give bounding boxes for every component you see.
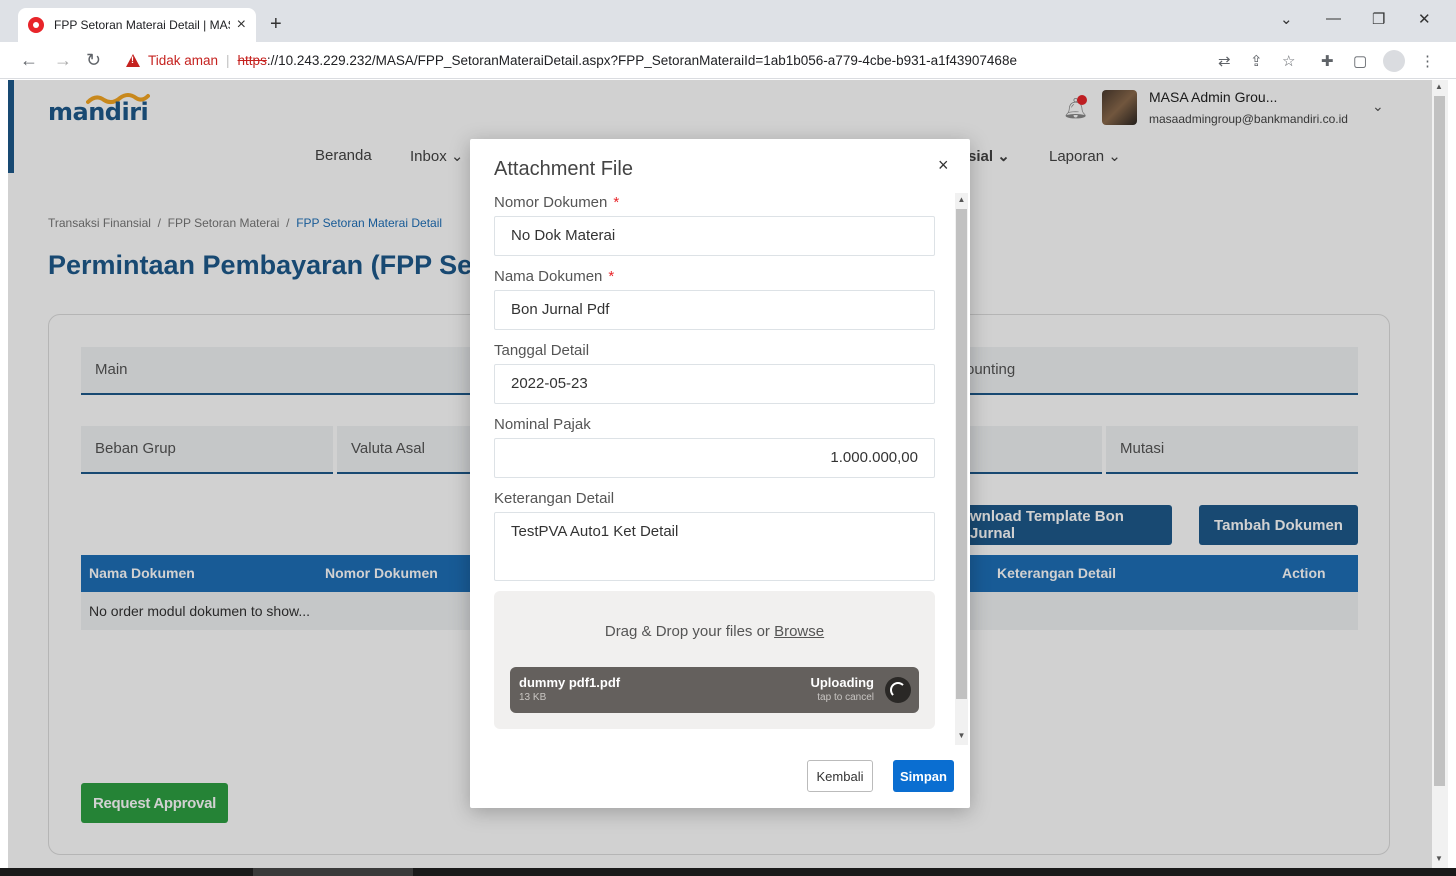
modal-scrollbar-thumb[interactable] (956, 209, 967, 699)
modal-body: Nomor Dokumen * No Dok Materai Nama Dokum… (494, 193, 935, 745)
uploading-file-item[interactable]: dummy pdf1.pdf 13 KB Uploading tap to ca… (510, 667, 919, 713)
required-mark: * (608, 268, 615, 285)
browse-link[interactable]: Browse (774, 623, 824, 640)
not-secure-label[interactable]: Tidak aman (148, 53, 218, 68)
side-panel-icon[interactable]: ▢ (1353, 52, 1367, 70)
url-scheme: https (237, 52, 267, 68)
menu-kebab-icon[interactable]: ⋮ (1420, 52, 1435, 70)
warning-icon (126, 53, 140, 67)
file-dropzone[interactable]: Drag & Drop your files or Browse dummy p… (494, 591, 935, 729)
required-mark: * (613, 194, 620, 211)
translate-icon[interactable]: ⇄ (1218, 52, 1231, 70)
separator: | (226, 52, 230, 68)
taskbar (0, 868, 1456, 876)
modal-title: Attachment File (494, 158, 633, 180)
modal-scrollbar[interactable]: ▲ ▼ (955, 193, 968, 745)
file-size: 13 KB (519, 692, 547, 703)
nominal-pajak-input[interactable]: 1.000.000,00 (494, 438, 935, 478)
nominal-pajak-label: Nominal Pajak (494, 416, 591, 433)
new-tab-icon[interactable]: + (270, 13, 282, 36)
nama-dokumen-label-text: Nama Dokumen (494, 268, 603, 285)
restore-icon[interactable]: ❐ (1372, 10, 1385, 28)
tap-to-cancel-hint: tap to cancel (817, 692, 874, 703)
url-text: ://10.243.229.232/MASA/FPP_SetoranMatera… (266, 52, 1017, 68)
scroll-up-icon[interactable]: ▲ (1435, 82, 1443, 91)
keterangan-detail-label: Keterangan Detail (494, 490, 615, 507)
scroll-up-icon[interactable]: ▲ (955, 195, 968, 204)
file-name: dummy pdf1.pdf (519, 675, 621, 690)
simpan-button[interactable]: Simpan (893, 760, 954, 792)
nomor-dokumen-label-text: Nomor Dokumen (494, 194, 608, 211)
browser-tabbar: FPP Setoran Materai Detail | MAS × + ⌄ —… (0, 0, 1456, 42)
tab-search-icon[interactable]: ⌄ (1280, 10, 1293, 28)
tab-title: FPP Setoran Materai Detail | MAS (54, 18, 230, 32)
close-icon[interactable]: × (938, 155, 949, 176)
reload-icon[interactable]: ↻ (86, 50, 101, 71)
attachment-file-modal: Attachment File × Nomor Dokumen * No Dok … (470, 139, 970, 808)
close-window-icon[interactable]: ✕ (1418, 10, 1431, 28)
kembali-button[interactable]: Kembali (807, 760, 873, 792)
scroll-down-icon[interactable]: ▼ (955, 731, 968, 740)
dropzone-text: Drag & Drop your files or (604, 623, 770, 640)
scroll-down-icon[interactable]: ▼ (1435, 854, 1443, 863)
nama-dokumen-label: Nama Dokumen * (494, 268, 614, 285)
dropzone-label: Drag & Drop your files or Browse (494, 623, 935, 640)
tanggal-detail-input[interactable]: 2022-05-23 (494, 364, 935, 404)
extensions-puzzle-icon[interactable]: ✚ (1321, 52, 1334, 70)
minimize-icon[interactable]: — (1326, 10, 1341, 27)
forward-icon[interactable]: → (54, 50, 72, 71)
close-tab-icon[interactable]: × (237, 16, 246, 34)
tanggal-detail-label: Tanggal Detail (494, 342, 590, 359)
nomor-dokumen-input[interactable]: No Dok Materai (494, 216, 935, 256)
address-bar: ← → ↻ Tidak aman | https ://10.243.229.2… (0, 42, 1456, 79)
share-icon[interactable]: ⇪ (1250, 52, 1263, 70)
nama-dokumen-input[interactable]: Bon Jurnal Pdf (494, 290, 935, 330)
page-scrollbar-thumb[interactable] (1434, 96, 1445, 786)
page-scrollbar[interactable]: ▲ ▼ (1432, 80, 1448, 868)
taskbar-item[interactable] (253, 868, 413, 876)
profile-icon[interactable] (1383, 50, 1405, 72)
url-field[interactable]: Tidak aman | https ://10.243.229.232/MAS… (112, 46, 1208, 74)
browser-tab[interactable]: FPP Setoran Materai Detail | MAS × (18, 8, 256, 42)
bookmark-star-icon[interactable]: ☆ (1282, 52, 1295, 70)
nomor-dokumen-label: Nomor Dokumen * (494, 194, 619, 211)
back-icon[interactable]: ← (20, 50, 38, 71)
site-favicon-icon (28, 17, 44, 33)
upload-status: Uploading (810, 675, 874, 690)
loading-spinner-icon[interactable] (885, 677, 911, 703)
keterangan-detail-textarea[interactable]: TestPVA Auto1 Ket Detail (494, 512, 935, 581)
